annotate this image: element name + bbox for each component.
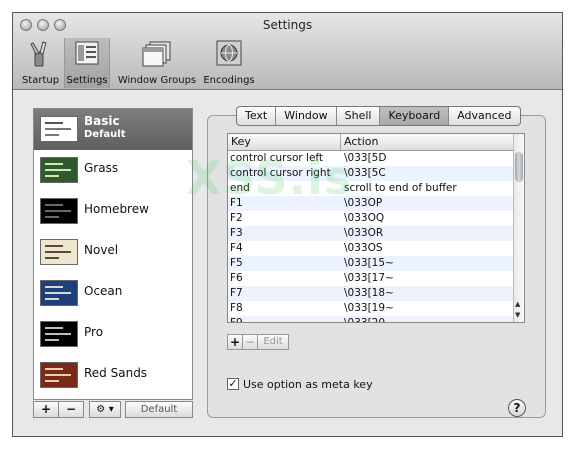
profile-item-pro[interactable]: Pro [34,314,192,355]
profile-item-grass[interactable]: Grass [34,150,192,191]
settings-tabs: Text Window Shell Keyboard Advanced [236,106,521,126]
key-cell: F4 [230,242,243,254]
table-scrollbar[interactable]: ▲ ▼ [513,134,524,322]
toolbar-encodings[interactable]: Encodings [202,38,256,88]
profile-action-menu[interactable]: ⚙ ▾ [89,401,121,418]
help-button[interactable]: ? [508,399,526,417]
table-row[interactable]: F3 \033OR [228,226,514,241]
toolbar-startup-label: Startup [21,75,60,86]
action-cell: \033OQ [344,212,385,224]
profile-item-ocean[interactable]: Ocean [34,273,192,314]
profile-thumbnail [40,116,78,142]
profile-item-red-sands[interactable]: Red Sands [34,355,192,396]
profile-thumbnail [40,157,78,183]
toolbar-encodings-label: Encodings [203,75,255,86]
set-default-button[interactable]: Default [125,401,193,418]
content-area: Basic Default Grass Homebrew Novel Ocean… [13,90,562,436]
meta-key-label: Use option as meta key [243,378,373,391]
profile-thumbnail [40,198,78,224]
toolbar-settings-label: Settings [66,75,108,86]
tab-text[interactable]: Text [237,107,277,125]
action-cell: \033[20~ [344,317,394,323]
action-cell: \033OS [344,242,383,254]
key-cell: F3 [230,227,243,239]
tab-shell[interactable]: Shell [337,107,381,125]
globe-icon [214,40,244,71]
add-profile-button[interactable]: + [33,401,59,418]
table-row[interactable]: F7 \033[18~ [228,286,514,301]
toolbar-settings[interactable]: Settings [64,38,110,88]
profile-name: Novel [84,243,119,257]
scroll-down-arrow[interactable]: ▼ [515,311,520,319]
scrollbar-thumb[interactable] [515,152,523,182]
key-cell: F6 [230,272,243,284]
meta-key-checkbox[interactable]: ✓ [227,378,239,390]
column-header-key[interactable]: Key [231,134,251,150]
profile-name: Grass [84,161,119,175]
tab-window[interactable]: Window [276,107,337,125]
profile-name: Red Sands [84,366,148,380]
toolbar-window-groups-label: Window Groups [117,75,197,86]
action-cell: \033[19~ [344,302,394,314]
toolbar-window-groups[interactable]: Window Groups [114,38,200,88]
table-row[interactable]: F5 \033[15~ [228,256,514,271]
tab-keyboard[interactable]: Keyboard [380,107,450,125]
switch-icon [26,40,56,71]
scroll-up-arrow[interactable]: ▲ [515,300,520,308]
profile-thumbnail [40,321,78,347]
profile-thumbnail [40,280,78,306]
profile-item-novel[interactable]: Novel [34,232,192,273]
action-cell: scroll to end of buffer [344,182,457,194]
toolbar-startup[interactable]: Startup [18,38,63,88]
watermark: XSS.is [186,151,353,205]
profile-item-homebrew[interactable]: Homebrew [34,191,192,232]
action-cell: \033[15~ [344,257,394,269]
table-header: Key Action [228,134,514,151]
profile-name: Ocean [84,284,123,298]
profile-list[interactable]: Basic Default Grass Homebrew Novel Ocean… [33,108,193,400]
key-cell: F2 [230,212,243,224]
tab-advanced[interactable]: Advanced [449,107,519,125]
table-row[interactable]: F9 \033[20~ [228,316,514,323]
add-key-button[interactable]: + [227,334,243,350]
remove-key-button[interactable]: − [242,334,258,350]
profile-thumbnail [40,239,78,265]
edit-key-button[interactable]: Edit [257,334,289,350]
profile-name: Pro [84,325,104,339]
action-cell: \033[18~ [344,287,394,299]
settings-window: Settings Startup Settings Window Groups … [12,12,563,437]
column-header-action[interactable]: Action [340,134,514,150]
profile-toolbar: + − ⚙ ▾ Default [33,401,193,418]
window-title: Settings [262,18,313,32]
key-cell: F9 [230,317,243,323]
window-groups-icon [141,40,173,71]
profile-default-label: Default [84,129,126,140]
table-row[interactable]: F2 \033OQ [228,211,514,226]
table-row[interactable]: F4 \033OS [228,241,514,256]
profile-item-basic[interactable]: Basic Default [34,109,192,150]
settings-icon [72,40,102,69]
key-cell: F8 [230,302,243,314]
key-cell: F7 [230,287,243,299]
profile-thumbnail [40,362,78,388]
table-row[interactable]: F6 \033[17~ [228,271,514,286]
action-cell: \033[17~ [344,272,394,284]
table-row[interactable]: F8 \033[19~ [228,301,514,316]
profile-name: Basic [84,114,120,128]
action-cell: \033OR [344,227,384,239]
key-cell: F5 [230,257,243,269]
profile-name: Homebrew [84,202,149,216]
remove-profile-button[interactable]: − [58,401,84,418]
title-bar: Settings Startup Settings Window Groups … [13,13,562,90]
